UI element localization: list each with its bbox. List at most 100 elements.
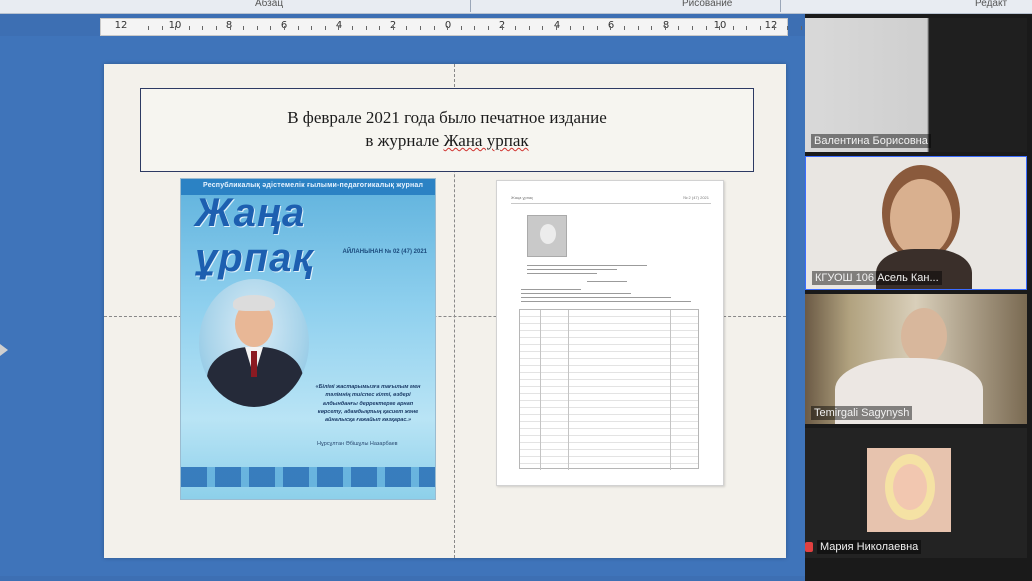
ruler-tick [392,26,394,30]
participant-name: Валентина Борисовна [811,134,931,148]
article-text-line [521,289,581,290]
participant-tile-active[interactable]: КГУОШ 106 Асель Кан... [805,156,1027,290]
slide[interactable]: В феврале 2021 года было печатное издани… [104,64,786,558]
ruler-tick [148,26,149,30]
ruler-tick [270,26,272,30]
ruler-tick [800,26,802,30]
ribbon-strip: Абзац Рисование Редакт [0,0,1032,14]
article-text-line [527,273,597,274]
ruler-tick [488,26,489,30]
ribbon-group-paragraph[interactable]: Абзац [255,0,283,9]
journal-name: Жана урпак [443,131,529,150]
participant-face [893,464,927,510]
ruler-tick [420,26,421,30]
ribbon-group-drawing[interactable]: Рисование [682,0,732,9]
ribbon-group-editing[interactable]: Редакт [975,0,1007,9]
article-text-line [521,301,691,302]
ruler-tick [528,26,530,30]
journal-cover-image[interactable]: Республикалық әдістемелік ғылыми-педагог… [180,178,436,500]
participant-tile[interactable]: Мария Николаевна [805,428,1027,558]
table-column-rule [670,310,671,470]
table-column-rule [540,310,541,470]
ruler-tick [610,26,612,30]
ruler-tick [719,26,721,30]
ruler-tick [760,26,761,30]
ruler-tick [624,26,625,30]
ruler-tick [365,26,367,30]
ruler-tick [583,26,585,30]
article-text-line [521,293,631,294]
video-participants-panel: Валентина Борисовна КГУОШ 106 Асель Кан.… [805,14,1032,581]
ruler-label: 4 [553,20,561,31]
ruler-tick [338,26,340,30]
ruler-tick [474,26,476,30]
ruler-tick [678,26,680,30]
ruler-tick [161,26,163,30]
ribbon-separator [470,0,471,12]
ruler-tick [256,26,258,30]
ruler-label: 8 [662,20,670,31]
table-column-rule [568,310,569,470]
ruler-tick [379,26,381,30]
ruler-tick [284,26,285,30]
participant-avatar-image [867,448,951,532]
ruler-tick [637,26,639,30]
participant-name: Temirgali Sagynysh [811,406,913,420]
ruler-tick [569,26,571,30]
ruler-tick [501,26,503,30]
ruler-label: 12 [114,20,128,31]
ruler-tick [692,26,693,30]
cover-title: Жаңа ұрпақ [195,191,314,280]
author-face [540,224,556,244]
participant-face [901,308,947,364]
title-line-1: В феврале 2021 года было печатное издани… [287,108,607,128]
ruler-tick [406,26,408,30]
article-text-line [587,281,627,282]
portrait-tie [251,351,257,377]
ruler-tick [651,26,653,30]
ruler-tick [324,26,326,30]
cover-quote: «Білімі жастарымызға тағылым мен тәлімні… [315,384,421,423]
article-text-line [521,297,671,298]
mic-muted-icon [805,542,813,552]
article-page-image[interactable]: Жаңа ұрпақ № 2 (47) 2021 [496,180,724,486]
slide-title-box[interactable]: В феврале 2021 года было печатное издани… [140,88,754,172]
title-line-2: в журнале Жана урпак [365,130,528,153]
ruler-tick [542,26,544,30]
cover-subtitle: Республикалық әдістемелік ғылыми-педагог… [203,182,424,189]
ruler-tick [311,26,313,30]
ruler-tick [447,26,449,30]
participant-face [890,179,952,257]
ruler-tick [460,26,462,30]
portrait-hair [233,295,275,311]
ruler-label: 12 [764,20,778,31]
cover-author: Нұрсұлтан Әбішұлы Назарбаев [317,441,398,447]
article-header-rule [511,203,711,204]
ruler-tick [746,26,748,30]
cover-ornament-band [181,467,435,487]
ruler-tick [664,26,666,30]
mouse-cursor-icon [0,344,8,356]
ruler-tick [787,26,789,30]
ribbon-separator [780,0,781,12]
participant-tile[interactable]: Temirgali Sagynysh [805,294,1027,424]
ruler-tick [732,26,734,30]
ruler-tick [773,26,775,30]
article-header-left: Жаңа ұрпақ [511,195,533,200]
ruler-tick [188,26,190,30]
ruler-tick [705,26,707,30]
ruler-tick [175,26,177,30]
ruler-tick [596,26,598,30]
horizontal-ruler[interactable]: 12 10 8 6 4 2 0 2 4 6 8 10 12 [100,18,816,36]
cover-issue: АЙЛАНЫНАН № 02 (47) 2021 [342,249,427,255]
ruler-tick [352,26,353,30]
article-text-line [527,265,647,266]
ruler-tick [433,26,435,30]
ruler-tick [243,26,245,30]
ruler-tick [297,26,299,30]
ruler-tick [556,26,557,30]
article-header-right: № 2 (47) 2021 [683,195,709,200]
participant-tile[interactable]: Валентина Борисовна [805,18,1027,152]
ruler-tick [515,26,517,30]
ruler-tick [202,26,204,30]
